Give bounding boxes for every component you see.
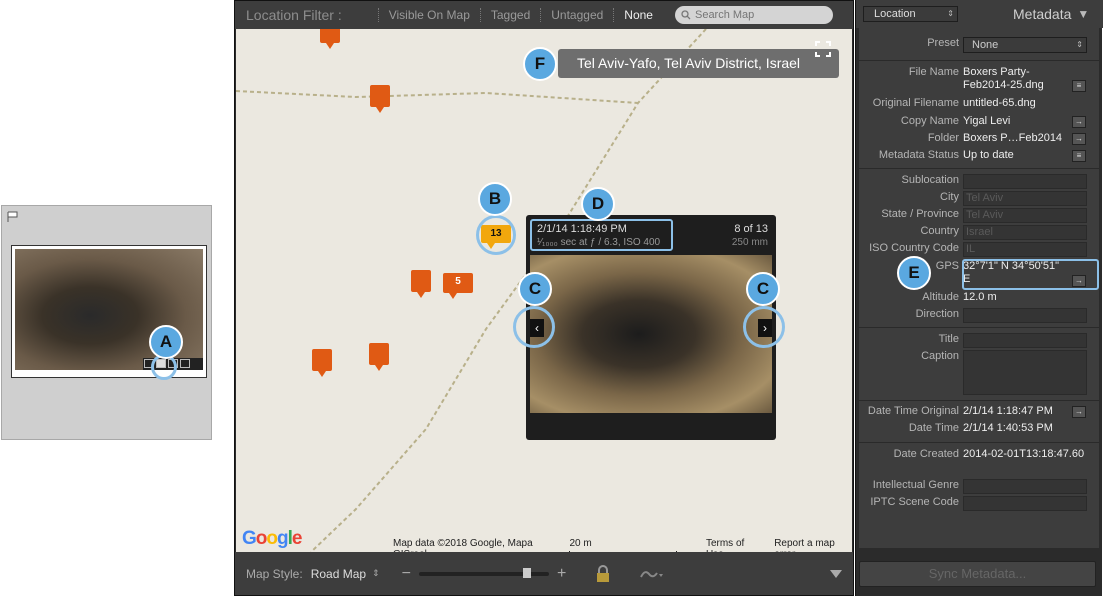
popup-photo-preview[interactable]: ‹ › xyxy=(530,255,772,413)
photo-popup: 2/1/14 1:18:49 PM ¹⁄₁₀₀₀ sec at ƒ / 6.3,… xyxy=(526,215,776,440)
callout-a: A xyxy=(149,325,183,359)
location-filter-bar: Location Filter : Visible On Map Tagged … xyxy=(235,1,853,29)
develop-badge-icon[interactable] xyxy=(180,359,190,368)
location-tooltip: Tel Aviv-Yafo, Tel Aviv District, Israel xyxy=(558,49,839,78)
terms-of-use-link[interactable]: Terms of Use xyxy=(706,538,760,552)
map-style-select[interactable]: Road Map xyxy=(311,567,366,581)
location-filter-label: Location Filter : xyxy=(246,7,342,23)
map-attribution: Map data ©2018 Google, Mapa GISrael 20 m… xyxy=(393,538,852,552)
iptc-scene-field[interactable] xyxy=(963,496,1087,511)
fullscreen-icon[interactable] xyxy=(815,41,831,57)
map-canvas[interactable]: 5 13 B Tel Aviv-Yafo, Tel Aviv District,… xyxy=(236,29,852,552)
map-pin[interactable] xyxy=(411,270,431,298)
search-map-input[interactable] xyxy=(694,9,825,21)
map-pin[interactable] xyxy=(369,343,389,371)
prev-highlight-ring xyxy=(513,306,555,348)
sublocation-field[interactable] xyxy=(963,174,1087,189)
metadata-header: Location ⇕ Metadata ▼ xyxy=(856,0,1103,28)
callout-d: D xyxy=(581,187,615,221)
country-field[interactable]: Israel xyxy=(963,225,1087,240)
map-style-label: Map Style: xyxy=(246,566,303,581)
map-toolbar: Map Style: Road Map ⇕ − + xyxy=(235,552,853,595)
list-icon[interactable]: ≡ xyxy=(1072,80,1086,92)
iso-country-field[interactable]: IL xyxy=(963,242,1087,257)
filter-none[interactable]: None xyxy=(613,8,663,22)
city-field[interactable]: Tel Aviv xyxy=(963,191,1087,206)
gps-highlight xyxy=(962,259,1099,290)
grid-thumbnail-cell[interactable]: A xyxy=(1,205,212,440)
tracklog-icon[interactable] xyxy=(640,568,664,580)
map-pin[interactable] xyxy=(320,29,340,49)
zoom-out-button[interactable]: − xyxy=(402,565,411,583)
map-data-credit: Map data ©2018 Google, Mapa GISrael xyxy=(393,538,533,552)
select-arrows-icon: ⇕ xyxy=(1076,40,1083,49)
preset-select[interactable]: None ⇕ xyxy=(963,37,1087,53)
filter-visible-on-map[interactable]: Visible On Map xyxy=(377,8,480,22)
map-pin[interactable] xyxy=(312,349,332,377)
next-highlight-ring xyxy=(743,306,785,348)
file-name-value[interactable]: Boxers Party-Feb2014-25.dng xyxy=(963,66,1069,92)
direction-field[interactable] xyxy=(963,308,1087,323)
search-map-box[interactable] xyxy=(674,6,833,24)
title-field[interactable] xyxy=(963,333,1087,348)
callout-f: F xyxy=(523,47,557,81)
flag-icon[interactable] xyxy=(7,211,19,223)
sync-metadata-button[interactable]: Sync Metadata... xyxy=(859,561,1096,587)
list-icon[interactable]: ≡ xyxy=(1072,150,1086,162)
search-icon xyxy=(681,10,691,20)
google-logo: Google xyxy=(242,528,302,549)
go-arrow-icon[interactable]: → xyxy=(1072,116,1086,128)
metadata-body: Preset None ⇕ File Name Boxers Party-Feb… xyxy=(859,28,1099,548)
report-error-link[interactable]: Report a map error xyxy=(774,538,852,552)
pin-highlight-ring xyxy=(476,215,516,255)
collapse-triangle-icon[interactable]: ▼ xyxy=(1077,7,1089,21)
callout-c-left: C xyxy=(518,272,552,306)
map-module: Location Filter : Visible On Map Tagged … xyxy=(234,0,854,596)
metadata-set-select[interactable]: Location ⇕ xyxy=(863,6,958,22)
thumbnail-frame[interactable] xyxy=(11,245,207,378)
popup-photo-count: 8 of 13 xyxy=(734,223,768,235)
state-field[interactable]: Tel Aviv xyxy=(963,208,1087,223)
popup-capture-date: 2/1/14 1:18:49 PM xyxy=(537,223,627,235)
popup-exposure: ¹⁄₁₀₀₀ sec at ƒ / 6.3, ISO 400 xyxy=(537,237,661,248)
map-style-arrows-icon[interactable]: ⇕ xyxy=(372,568,380,579)
intellectual-genre-field[interactable] xyxy=(963,479,1087,494)
go-arrow-icon[interactable]: → xyxy=(1072,133,1086,145)
filter-tagged[interactable]: Tagged xyxy=(479,8,540,22)
map-cluster-pin[interactable]: 5 xyxy=(443,273,473,299)
zoom-in-button[interactable]: + xyxy=(557,565,566,583)
caption-field[interactable] xyxy=(963,350,1087,395)
lock-icon[interactable] xyxy=(596,564,610,583)
callout-e: E xyxy=(897,256,931,290)
map-scale: 20 m xyxy=(569,538,692,552)
toolbar-menu-icon[interactable] xyxy=(830,569,843,578)
callout-b: B xyxy=(478,182,512,216)
copy-name-value[interactable]: Yigal Levi xyxy=(963,115,1010,128)
map-pin[interactable] xyxy=(370,85,390,113)
popup-exif-info: 2/1/14 1:18:49 PM ¹⁄₁₀₀₀ sec at ƒ / 6.3,… xyxy=(530,219,673,251)
filter-untagged[interactable]: Untagged xyxy=(540,8,613,22)
popup-focal-length: 250 mm xyxy=(731,237,768,248)
date-created-value[interactable]: 2014-02-01T13:18:47.60 xyxy=(963,448,1087,461)
metadata-panel-title: Metadata xyxy=(1013,6,1072,22)
metadata-panel: Location ⇕ Metadata ▼ Preset None ⇕ File… xyxy=(855,0,1103,596)
go-arrow-icon[interactable]: → xyxy=(1072,406,1086,418)
zoom-slider[interactable] xyxy=(418,567,549,578)
select-arrows-icon: ⇕ xyxy=(947,9,954,18)
zoom-slider-thumb[interactable] xyxy=(522,567,531,578)
callout-c-right: C xyxy=(746,272,780,306)
